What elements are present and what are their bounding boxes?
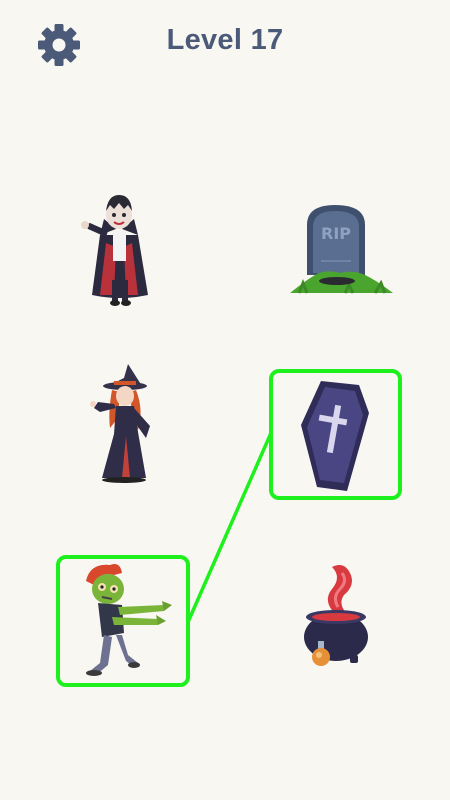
zombie-card[interactable] xyxy=(56,555,190,687)
coffin-icon xyxy=(301,381,369,491)
vampire-card[interactable] xyxy=(70,185,170,315)
level-title: Level 17 xyxy=(166,24,284,56)
cauldron-icon xyxy=(304,565,368,666)
witch-icon xyxy=(90,364,150,483)
tombstone-icon: RIP xyxy=(290,205,393,294)
top-bar: Level 17 xyxy=(0,0,450,90)
vampire-icon xyxy=(81,195,148,306)
rip-text: RIP xyxy=(321,224,351,243)
zombie-icon xyxy=(86,564,172,676)
tombstone-card[interactable]: RIP xyxy=(285,195,400,305)
cauldron-card[interactable] xyxy=(292,555,382,670)
coffin-card[interactable] xyxy=(269,369,402,500)
witch-card[interactable] xyxy=(80,362,170,487)
